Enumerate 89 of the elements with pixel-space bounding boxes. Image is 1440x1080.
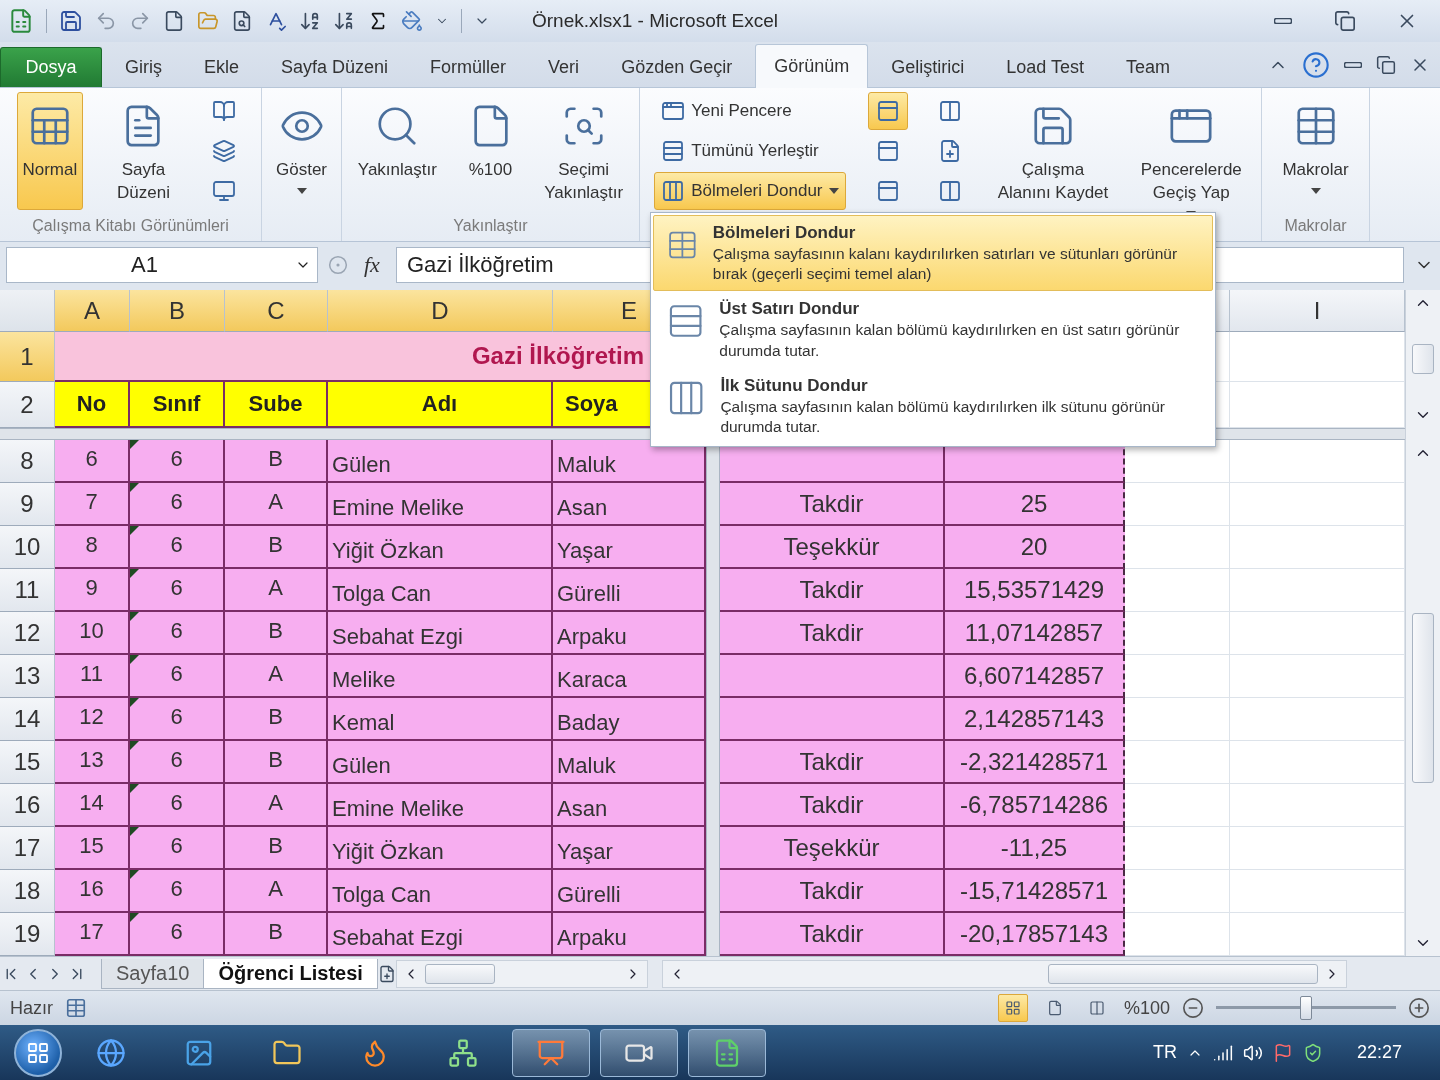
table-cell: Maluk [553,741,706,784]
table-cell: Takdir [720,913,945,956]
table-cell: Arpaku [553,612,706,655]
table-cell: 8 [55,526,130,569]
table-cell: Takdir [720,741,945,784]
table-cell: Teşekkür [720,526,945,569]
table-cell: Kemal [328,698,553,741]
table-cell: A [225,655,328,698]
table-cell: Takdir [720,784,945,827]
table-cell: A [225,569,328,612]
header-cell: Sınıf [130,382,225,428]
table-cell: 6 [55,440,130,483]
table-cell: Sebahat Ezgi [328,612,553,655]
cell-text: 6 [170,876,183,902]
table-cell: Teşekkür [720,827,945,870]
table-cell: 9 [55,569,130,612]
table-cell: A [225,483,328,526]
table-cell: Tolga Can [328,569,553,612]
table-cell: 15 [55,827,130,870]
table-cell: 2,142857143 [945,698,1125,741]
table-cell: Yaşar [553,526,706,569]
table-cell: -2,321428571 [945,741,1125,784]
group-label: Çalışma Kitabı Görünümleri [31,216,230,236]
cell-text: 6 [170,618,183,644]
table-cell: Arpaku [553,913,706,956]
table-cell: Yaşar [553,827,706,870]
table-cell: 15,53571429 [945,569,1125,612]
table-cell: B [225,913,328,956]
table-cell: 17 [55,913,130,956]
cell-text: 6 [170,575,183,601]
table-cell: A [225,784,328,827]
table-cell: Takdir [720,870,945,913]
table-cell: Asan [553,784,706,827]
cell-text: 6 [170,489,183,515]
table-cell: B [225,612,328,655]
table-cell: B [225,526,328,569]
table-cell: Takdir [720,612,945,655]
table-cell: 14 [55,784,130,827]
table-cell: Tolga Can [328,870,553,913]
table-cell: Maluk [553,440,706,483]
status-text: Hazır [10,997,53,1019]
cell-text: 6 [170,790,183,816]
table-cell: 11 [55,655,130,698]
cell-text: 6 [170,704,183,730]
table-cell: Sebahat Ezgi [328,913,553,956]
table-cell: -11,25 [945,827,1125,870]
cell-text: 6 [170,919,183,945]
table-cell: Yiğit Özkan [328,827,553,870]
table-cell: Emine Melike [328,483,553,526]
table-cell: Takdir [720,569,945,612]
table-cell: -15,71428571 [945,870,1125,913]
group-label: Makrolar [1283,216,1348,236]
table-cell: 16 [55,870,130,913]
group-label: Yakınlaştır [452,216,529,236]
table-cell: Takdir [720,483,945,526]
table-cell: Gürelli [553,569,706,612]
table-cell: -20,17857143 [945,913,1125,956]
table-cell: B [225,827,328,870]
table-cell: 12 [55,698,130,741]
table-cell: Yiğit Özkan [328,526,553,569]
table-cell: B [225,741,328,784]
table-cell: A [225,870,328,913]
table-cell: Gülen [328,741,553,784]
cell-text: 6 [170,661,183,687]
table-cell: Karaca [553,655,706,698]
table-cell: Baday [553,698,706,741]
table-cell: B [225,440,328,483]
header-cell: Adı [328,382,553,428]
table-cell: 13 [55,741,130,784]
table-cell: Emine Melike [328,784,553,827]
table-cell: Gürelli [553,870,706,913]
window-title: Örnek.xlsx1 - Microsoft Excel [532,10,778,32]
table-cell: B [225,698,328,741]
header-cell: Sube [225,382,328,428]
table-cell: -6,785714286 [945,784,1125,827]
table-cell: Gülen [328,440,553,483]
table-cell: Melike [328,655,553,698]
table-cell: Asan [553,483,706,526]
cell-text: 6 [170,747,183,773]
table-cell: 25 [945,483,1125,526]
header-cell: No [55,382,130,428]
table-cell: 20 [945,526,1125,569]
table-cell: 11,07142857 [945,612,1125,655]
table-cell: 6,607142857 [945,655,1125,698]
cell-text: 6 [170,446,183,472]
cell-text: 6 [170,532,183,558]
table-cell: 10 [55,612,130,655]
cell-text: 6 [170,833,183,859]
table-cell: 7 [55,483,130,526]
